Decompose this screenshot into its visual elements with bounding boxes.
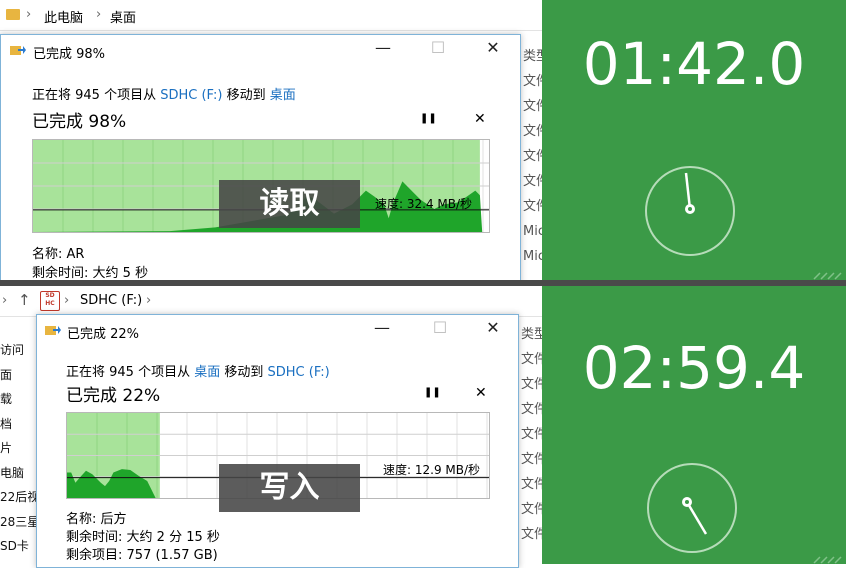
nav-item[interactable]: SD卡 <box>0 534 40 559</box>
remaining-time-value: 大约 2 分 15 秒 <box>126 530 220 545</box>
description-mid: 移动到 <box>220 365 268 380</box>
remaining-items-label: 剩余项目: <box>66 548 123 563</box>
description-mid: 移动到 <box>222 88 270 103</box>
column-header-type[interactable]: 类型 <box>523 44 542 69</box>
stopwatch-bottom: 02:59.4 <box>542 286 846 564</box>
remaining-time-label: 剩余时间: <box>66 530 123 545</box>
pause-button[interactable]: ❚❚ <box>420 113 437 124</box>
speed-readout: 速度: 12.9 MB/秒 <box>383 463 481 477</box>
column-header-type[interactable]: 类型 <box>521 322 542 347</box>
column-type: 类型 文件 文件 文件 文件 文件 文件 Mic Mic <box>523 44 542 269</box>
sd-card-icon: SD HC <box>40 291 60 311</box>
name-value: AR <box>66 247 85 262</box>
move-files-icon <box>45 326 61 335</box>
navigation-pane: 访问 面 载 档 片 电脑 22后视 28三星 SD卡 <box>0 338 40 559</box>
column-type: 类型 文件 文件 文件 文件 文件 文件 文件 文件 <box>521 322 542 547</box>
list-item[interactable]: 文件 <box>521 447 542 472</box>
list-item[interactable]: 文件 <box>521 397 542 422</box>
nav-item[interactable]: 访问 <box>0 338 40 363</box>
nav-item[interactable]: 档 <box>0 412 40 437</box>
minimize-button[interactable]: — <box>367 318 397 337</box>
transfer-description: 正在将 945 个项目从 桌面 移动到 SDHC (F:) <box>66 361 330 380</box>
cancel-button[interactable]: ✕ <box>474 111 486 127</box>
progress-status: 已完成 98% <box>32 112 127 132</box>
stopwatch-dial-icon <box>647 463 737 553</box>
stopwatch-dial-icon <box>645 166 735 256</box>
list-item[interactable]: 文件 <box>521 422 542 447</box>
close-button[interactable]: ✕ <box>478 38 508 57</box>
cancel-button[interactable]: ✕ <box>475 385 487 401</box>
file-info: 名称: 后方 剩余时间: 大约 2 分 15 秒 剩余项目: 757 (1.57… <box>66 511 220 565</box>
list-item[interactable]: 文件 <box>521 497 542 522</box>
address-bar[interactable]: › 此电脑 › 桌面 <box>0 0 542 31</box>
nav-item[interactable]: 22后视 <box>0 485 40 510</box>
write-label: 写入 <box>219 464 360 512</box>
minimize-button[interactable]: — <box>368 38 398 57</box>
transfer-description: 正在将 945 个项目从 SDHC (F:) 移动到 桌面 <box>32 84 296 103</box>
list-item[interactable]: 文件 <box>521 347 542 372</box>
chevron-right-icon: › <box>96 7 102 22</box>
dialog-titlebar[interactable]: 已完成 98% — ☐ ✕ <box>1 35 520 65</box>
dialog-title: 已完成 98% <box>33 47 106 62</box>
name-value: 后方 <box>100 512 127 527</box>
breadcrumb-desktop[interactable]: 桌面 <box>110 7 136 26</box>
chevron-right-icon: › <box>2 293 8 308</box>
source-link[interactable]: 桌面 <box>194 365 220 380</box>
pause-button[interactable]: ❚❚ <box>424 387 441 398</box>
nav-item[interactable]: 载 <box>0 387 40 412</box>
stopwatch-time: 01:42.0 <box>582 30 806 98</box>
copy-dialog-bottom: 已完成 22% — ☐ ✕ 正在将 945 个项目从 桌面 移动到 SDHC (… <box>36 314 519 568</box>
list-item[interactable]: Mic <box>523 219 542 244</box>
nav-item[interactable]: 电脑 <box>0 461 40 486</box>
dialog-titlebar[interactable]: 已完成 22% — ☐ ✕ <box>37 315 518 345</box>
nav-item[interactable]: 面 <box>0 363 40 388</box>
list-item[interactable]: Mic <box>523 244 542 269</box>
list-item[interactable]: 文件 <box>523 94 542 119</box>
breadcrumb-sdhc[interactable]: SDHC (F:) <box>80 293 142 308</box>
close-button[interactable]: ✕ <box>478 318 508 337</box>
nav-item[interactable]: 片 <box>0 436 40 461</box>
corner-ticks-icon <box>813 272 842 280</box>
destination-link[interactable]: 桌面 <box>270 88 296 103</box>
dialog-title: 已完成 22% <box>67 327 140 342</box>
description-prefix: 正在将 945 个项目从 <box>32 88 161 103</box>
maximize-button[interactable]: ☐ <box>425 318 455 337</box>
destination-link[interactable]: SDHC (F:) <box>268 365 330 380</box>
read-label: 读取 <box>219 180 360 228</box>
folder-icon <box>6 9 20 20</box>
corner-ticks-icon <box>813 556 842 564</box>
up-arrow-icon[interactable]: ↑ <box>18 291 31 309</box>
speed-readout: 速度: 32.4 MB/秒 <box>375 197 473 211</box>
stopwatch-top: 01:42.0 <box>542 0 846 280</box>
list-item[interactable]: 文件 <box>523 119 542 144</box>
list-item[interactable]: 文件 <box>523 169 542 194</box>
source-link[interactable]: SDHC (F:) <box>160 88 222 103</box>
maximize-button[interactable]: ☐ <box>423 38 453 57</box>
move-files-icon <box>10 46 26 55</box>
nav-item[interactable]: 28三星 <box>0 510 40 535</box>
list-item[interactable]: 文件 <box>521 522 542 547</box>
remaining-time-label: 剩余时间: <box>32 266 89 281</box>
name-label: 名称: <box>32 247 63 262</box>
list-item[interactable]: 文件 <box>521 372 542 397</box>
copy-dialog-top: 已完成 98% — ☐ ✕ 正在将 945 个项目从 SDHC (F:) 移动到… <box>0 34 521 286</box>
file-info: 名称: AR 剩余时间: 大约 5 秒 <box>32 245 148 283</box>
list-item[interactable]: 文件 <box>521 472 542 497</box>
stopwatch-time: 02:59.4 <box>582 334 806 402</box>
breadcrumb-this-pc[interactable]: 此电脑 <box>44 7 83 26</box>
chevron-right-icon: › <box>146 293 152 308</box>
chevron-right-icon: › <box>64 293 70 308</box>
list-item[interactable]: 文件 <box>523 69 542 94</box>
chevron-right-icon: › <box>26 7 32 22</box>
list-item[interactable]: 文件 <box>523 144 542 169</box>
description-prefix: 正在将 945 个项目从 <box>66 365 195 380</box>
list-item[interactable]: 文件 <box>523 194 542 219</box>
progress-status: 已完成 22% <box>66 386 161 406</box>
remaining-items-value: 757 (1.57 GB) <box>126 548 218 563</box>
name-label: 名称: <box>66 512 97 527</box>
remaining-time-value: 大约 5 秒 <box>92 266 149 281</box>
address-bar[interactable]: › ↑ SD HC › SDHC (F:) › <box>0 286 542 317</box>
